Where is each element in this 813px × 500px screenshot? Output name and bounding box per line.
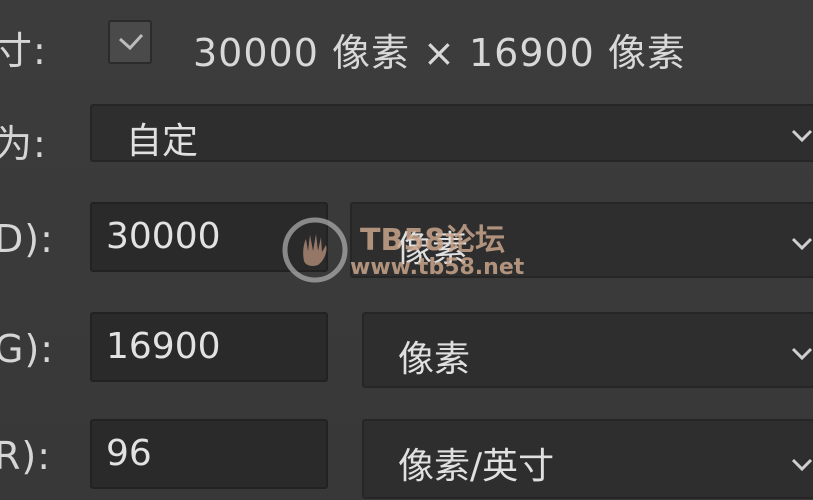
resolution-input[interactable]: 96 [90, 419, 328, 489]
resolution-unit-select[interactable]: 像素/英寸 [362, 419, 813, 499]
preset-label: 为: [0, 122, 47, 166]
chevron-down-icon [791, 129, 813, 143]
resolution-value: 96 [106, 433, 152, 474]
height-input[interactable]: 16900 [90, 312, 328, 382]
width-label: D): [0, 217, 54, 261]
height-unit-value: 像素 [398, 339, 471, 380]
height-row: G): 16900 像素 [0, 305, 813, 395]
size-row: 寸: 30000 像素 × 16900 像素 [0, 0, 813, 90]
check-icon [118, 33, 144, 51]
height-label: G): [0, 327, 55, 371]
hand-logo-icon [282, 217, 348, 283]
watermark-line2: www.tb58.net [350, 255, 525, 280]
chevron-down-icon [791, 237, 813, 251]
preset-select[interactable]: 自定 [90, 104, 813, 162]
image-size-dialog: 寸: 30000 像素 × 16900 像素 为: 自定 D): 30000 像… [0, 0, 813, 500]
size-label: 寸: [0, 29, 47, 73]
height-value: 16900 [106, 326, 221, 367]
resolution-row: R): 96 像素/英寸 [0, 412, 813, 500]
constrain-checkbox[interactable] [108, 20, 152, 64]
watermark-line1: TB58论坛 [360, 223, 506, 258]
chevron-down-icon [791, 347, 813, 361]
chevron-down-icon [791, 458, 813, 472]
resolution-label: R): [0, 434, 52, 478]
preset-row: 为: 自定 [0, 90, 813, 170]
resolution-unit-value: 像素/英寸 [398, 446, 555, 487]
watermark: TB58论坛 www.tb58.net [282, 215, 542, 285]
height-unit-select[interactable]: 像素 [362, 312, 813, 388]
preset-value: 自定 [126, 121, 199, 162]
width-value: 30000 [106, 216, 221, 257]
size-summary: 30000 像素 × 16900 像素 [193, 31, 686, 75]
